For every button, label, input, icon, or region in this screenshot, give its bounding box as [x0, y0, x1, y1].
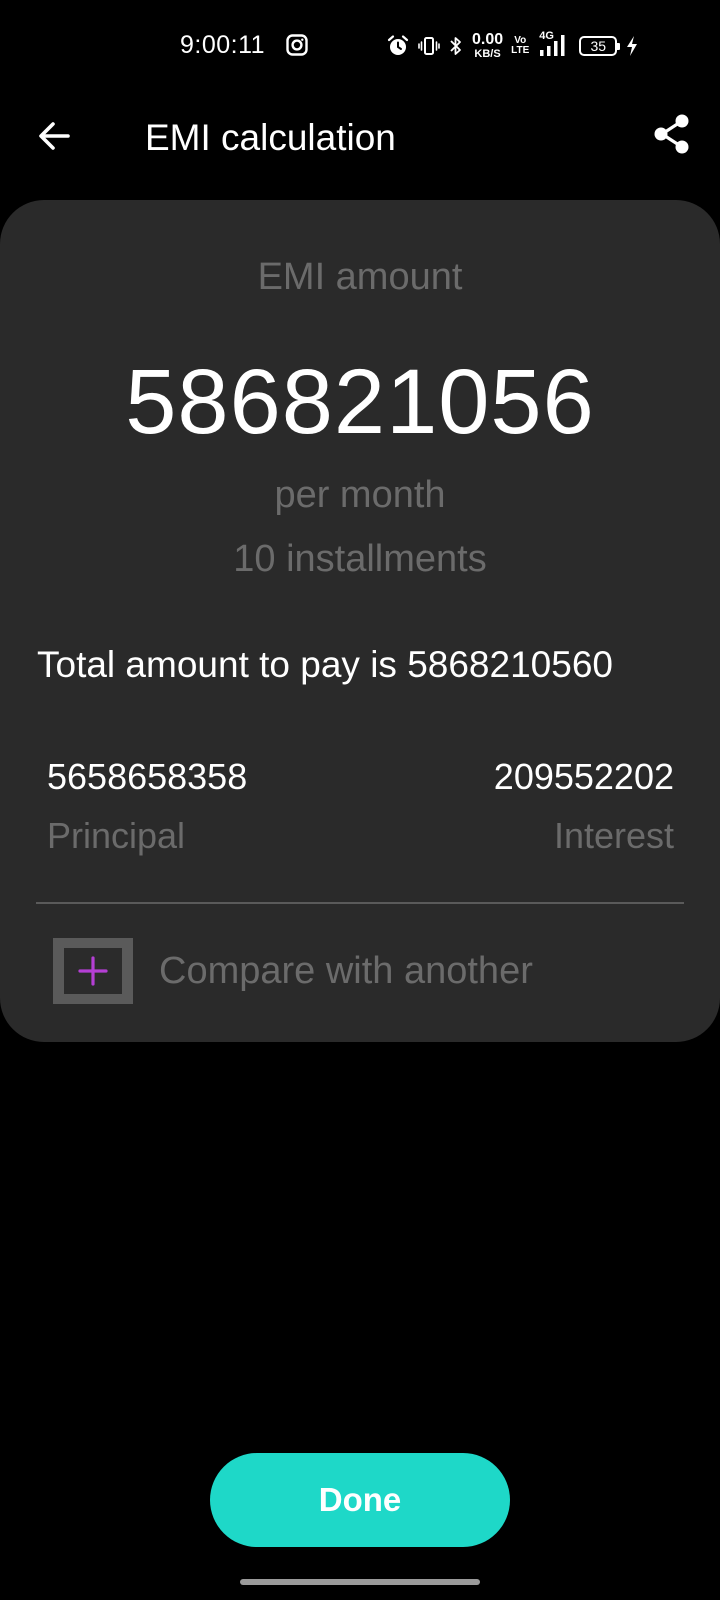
- volte-indicator: Vo LTE: [511, 35, 530, 57]
- done-button[interactable]: Done: [210, 1453, 510, 1547]
- compare-with-another-button[interactable]: Compare with another: [53, 938, 533, 1004]
- interest-label: Interest: [553, 815, 674, 856]
- compare-label: Compare with another: [159, 949, 533, 992]
- gesture-navigation-bar[interactable]: [240, 1579, 480, 1585]
- network-speed: 0.00 KB/S: [472, 32, 503, 60]
- emi-amount-label: EMI amount: [257, 256, 463, 298]
- principal-label: Principal: [47, 815, 186, 856]
- share-icon: [652, 112, 692, 161]
- emi-amount-value: 586821056: [125, 351, 595, 453]
- network-speed-unit: KB/S: [474, 48, 501, 60]
- arrow-left-icon: [36, 118, 72, 159]
- principal-value: 5658658358: [47, 756, 248, 797]
- app-bar: EMI calculation: [0, 92, 720, 184]
- back-button[interactable]: [30, 114, 78, 162]
- network-speed-value: 0.00: [472, 31, 504, 48]
- bluetooth-icon: [448, 35, 464, 57]
- network-type: 4G: [539, 30, 554, 42]
- status-bar: 9:00:11 0.00 KB/S Vo LTE 4G 35: [0, 0, 720, 92]
- page-title: EMI calculation: [145, 117, 396, 158]
- per-month-label: per month: [274, 474, 446, 516]
- installments-label: 10 installments: [233, 538, 487, 580]
- status-time: 9:00:11: [180, 31, 266, 59]
- plus-icon: [64, 948, 122, 994]
- volte-bottom: LTE: [511, 45, 530, 56]
- vibrate-icon: [418, 35, 440, 57]
- charging-icon: [625, 35, 639, 57]
- alarm-icon: [386, 34, 410, 58]
- total-amount-text: Total amount to pay is 5868210560: [37, 644, 613, 685]
- signal-icon: 4G: [537, 30, 571, 60]
- status-icons: 0.00 KB/S Vo LTE 4G 35: [386, 30, 639, 62]
- emi-result-card: EMI amount 586821056 per month 10 instal…: [0, 200, 720, 1042]
- share-button[interactable]: [648, 112, 696, 160]
- battery-level: 35: [590, 38, 607, 54]
- battery-icon: 35: [579, 36, 621, 56]
- interest-value: 209552202: [493, 756, 674, 797]
- divider: [36, 902, 684, 904]
- instagram-icon: [286, 34, 308, 56]
- compare-plus-box: [53, 938, 133, 1004]
